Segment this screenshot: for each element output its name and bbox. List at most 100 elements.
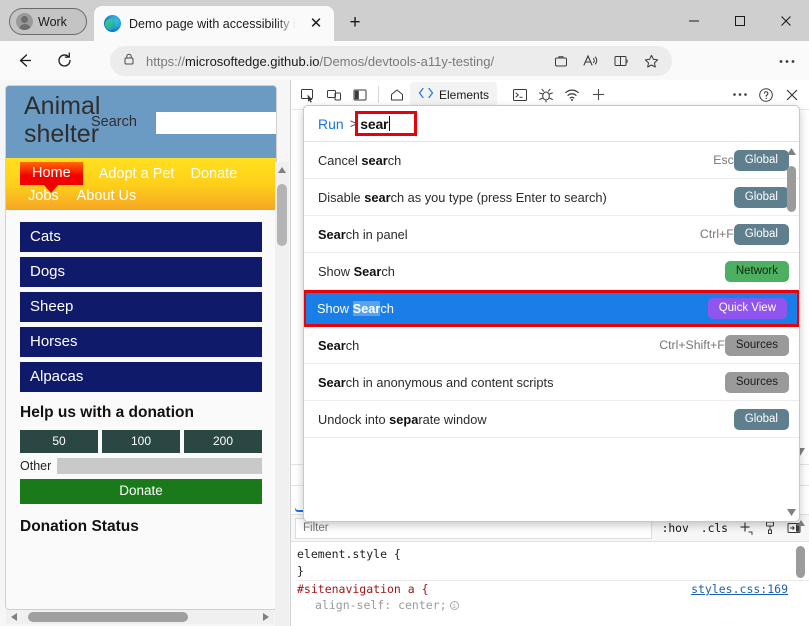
command-palette-input-row: Run > sear bbox=[304, 106, 799, 142]
nav-link-donate[interactable]: Donate bbox=[190, 166, 237, 182]
command-label: Search in anonymous and content scripts bbox=[318, 375, 717, 390]
command-shortcut: Ctrl+F bbox=[700, 227, 734, 241]
device-emulation-icon[interactable] bbox=[321, 83, 347, 107]
styles-filter-placeholder: Filter bbox=[303, 522, 329, 534]
issues-bug-icon[interactable] bbox=[533, 83, 559, 107]
style-declaration-align-self[interactable]: align-self: center;i bbox=[297, 597, 809, 614]
command-scroll-down-icon[interactable] bbox=[786, 505, 797, 519]
back-arrow-icon[interactable] bbox=[8, 45, 40, 77]
donation-amount-200[interactable]: 200 bbox=[184, 430, 262, 453]
site-navigation: Home Adopt a Pet Donate Jobs About Us bbox=[6, 158, 276, 210]
donation-other-label: Other bbox=[20, 459, 51, 473]
reload-icon[interactable] bbox=[48, 45, 80, 77]
dock-side-icon[interactable] bbox=[347, 83, 373, 107]
maximize-icon[interactable] bbox=[717, 0, 763, 41]
tab-title: Demo page with accessibility issu bbox=[129, 17, 296, 31]
donate-button[interactable]: Donate bbox=[20, 479, 262, 504]
command-item-disable-search-as-you-type[interactable]: Disable search as you type (press Enter … bbox=[304, 179, 799, 216]
close-window-icon[interactable] bbox=[763, 0, 809, 41]
toggle-element-state-button[interactable]: :hov bbox=[656, 522, 695, 535]
style-rule-sitenavigation-a[interactable]: #sitenavigation a { styles.css:169 bbox=[297, 580, 809, 597]
more-options-dots-icon[interactable] bbox=[771, 45, 803, 77]
command-shortcut: Ctrl+Shift+F bbox=[659, 338, 725, 352]
inspect-element-icon[interactable] bbox=[295, 83, 321, 107]
scroll-right-icon[interactable] bbox=[258, 610, 274, 624]
address-bar: https://microsoftedge.github.io/Demos/de… bbox=[0, 41, 809, 80]
collections-icon[interactable] bbox=[546, 46, 576, 76]
more-options-icon[interactable] bbox=[727, 83, 753, 107]
url-bar[interactable]: https://microsoftedge.github.io/Demos/de… bbox=[110, 46, 672, 76]
close-devtools-icon[interactable] bbox=[779, 83, 805, 107]
page-vertical-scrollbar[interactable] bbox=[275, 162, 289, 626]
read-aloud-icon[interactable] bbox=[576, 46, 606, 76]
command-list-scrollbar[interactable] bbox=[786, 144, 797, 519]
text-caret bbox=[389, 116, 390, 131]
category-item-cats[interactable]: Cats bbox=[20, 222, 262, 252]
command-scroll-thumb[interactable] bbox=[787, 166, 796, 212]
command-label: Undock into separate window bbox=[318, 412, 726, 427]
site-search-input[interactable] bbox=[156, 112, 277, 134]
devtools-panel: Elements bbox=[290, 80, 809, 626]
new-tab-icon[interactable]: + bbox=[343, 10, 367, 34]
command-label: Disable search as you type (press Enter … bbox=[318, 190, 726, 205]
page-hscroll-thumb[interactable] bbox=[28, 612, 188, 622]
command-item-search-sources[interactable]: Search Ctrl+Shift+F Sources bbox=[304, 327, 799, 364]
style-source-link[interactable]: styles.css:169 bbox=[691, 581, 788, 598]
command-item-undock-into-separate-window[interactable]: Undock into separate window Global bbox=[304, 401, 799, 438]
command-item-show-search-network[interactable]: Show Search Network bbox=[304, 253, 799, 290]
site-header: Animal shelter Search bbox=[6, 86, 276, 158]
donation-other-input[interactable] bbox=[57, 458, 262, 474]
more-tabs-plus-icon[interactable] bbox=[585, 83, 611, 107]
command-item-cancel-search[interactable]: Cancel search Esc Global bbox=[304, 142, 799, 179]
command-badge: Sources bbox=[725, 335, 789, 356]
nav-link-about-us[interactable]: About Us bbox=[77, 188, 137, 204]
code-icon bbox=[418, 87, 434, 102]
page-horizontal-scrollbar[interactable] bbox=[6, 610, 274, 624]
home-icon[interactable] bbox=[384, 83, 410, 107]
donation-amount-100[interactable]: 100 bbox=[102, 430, 180, 453]
command-label: Cancel search bbox=[318, 153, 705, 168]
donation-heading: Help us with a donation bbox=[20, 404, 262, 422]
minimize-icon[interactable] bbox=[671, 0, 717, 41]
command-palette: Run > sear Cancel search Esc Global Disa… bbox=[303, 105, 800, 522]
info-icon[interactable]: i bbox=[450, 601, 459, 610]
donation-status-heading: Donation Status bbox=[20, 518, 262, 536]
console-drawer-icon[interactable] bbox=[507, 83, 533, 107]
category-item-alpacas[interactable]: Alpacas bbox=[20, 362, 262, 392]
command-item-search-in-panel[interactable]: Search in panel Ctrl+F Global bbox=[304, 216, 799, 253]
tab-close-icon[interactable]: ✕ bbox=[304, 12, 328, 36]
donation-amount-50[interactable]: 50 bbox=[20, 430, 98, 453]
command-scroll-up-icon[interactable] bbox=[786, 144, 797, 158]
profile-button[interactable]: Work bbox=[9, 8, 87, 35]
network-icon[interactable] bbox=[559, 83, 585, 107]
style-rule-element-style[interactable]: element.style { bbox=[297, 546, 809, 563]
donation-amounts: 50 100 200 bbox=[20, 430, 262, 453]
command-item-search-anonymous-content-scripts[interactable]: Search in anonymous and content scripts … bbox=[304, 364, 799, 401]
help-icon[interactable] bbox=[753, 83, 779, 107]
element-classes-button[interactable]: .cls bbox=[695, 522, 734, 535]
tab-elements-label: Elements bbox=[439, 88, 489, 102]
settings-and-more-icon[interactable] bbox=[771, 45, 803, 77]
command-badge: Global bbox=[734, 409, 789, 430]
styles-scrollbar[interactable] bbox=[795, 516, 806, 626]
styles-scroll-thumb[interactable] bbox=[796, 546, 805, 578]
immersive-reader-icon[interactable] bbox=[606, 46, 636, 76]
category-item-dogs[interactable]: Dogs bbox=[20, 257, 262, 287]
site-info-lock-icon[interactable] bbox=[122, 52, 136, 71]
browser-tab[interactable]: Demo page with accessibility issu ✕ bbox=[94, 6, 334, 41]
category-item-horses[interactable]: Horses bbox=[20, 327, 262, 357]
title-bar: Work Demo page with accessibility issu ✕… bbox=[0, 0, 809, 41]
command-item-show-search-quick-view[interactable]: Show Search Quick View bbox=[303, 290, 800, 327]
nav-link-adopt-a-pet[interactable]: Adopt a Pet bbox=[99, 166, 175, 182]
scroll-up-icon[interactable] bbox=[275, 162, 289, 178]
page-vscroll-thumb[interactable] bbox=[277, 184, 287, 246]
tab-elements[interactable]: Elements bbox=[410, 82, 497, 108]
donation-other-row: Other bbox=[20, 458, 262, 474]
scroll-left-icon[interactable] bbox=[6, 610, 22, 624]
favorite-star-icon[interactable] bbox=[636, 46, 666, 76]
command-palette-input[interactable]: sear bbox=[355, 111, 417, 136]
nav-link-home[interactable]: Home bbox=[20, 162, 83, 185]
category-item-sheep[interactable]: Sheep bbox=[20, 292, 262, 322]
site-search-label: Search bbox=[91, 114, 137, 130]
url-text: https://microsoftedge.github.io/Demos/de… bbox=[146, 54, 494, 69]
